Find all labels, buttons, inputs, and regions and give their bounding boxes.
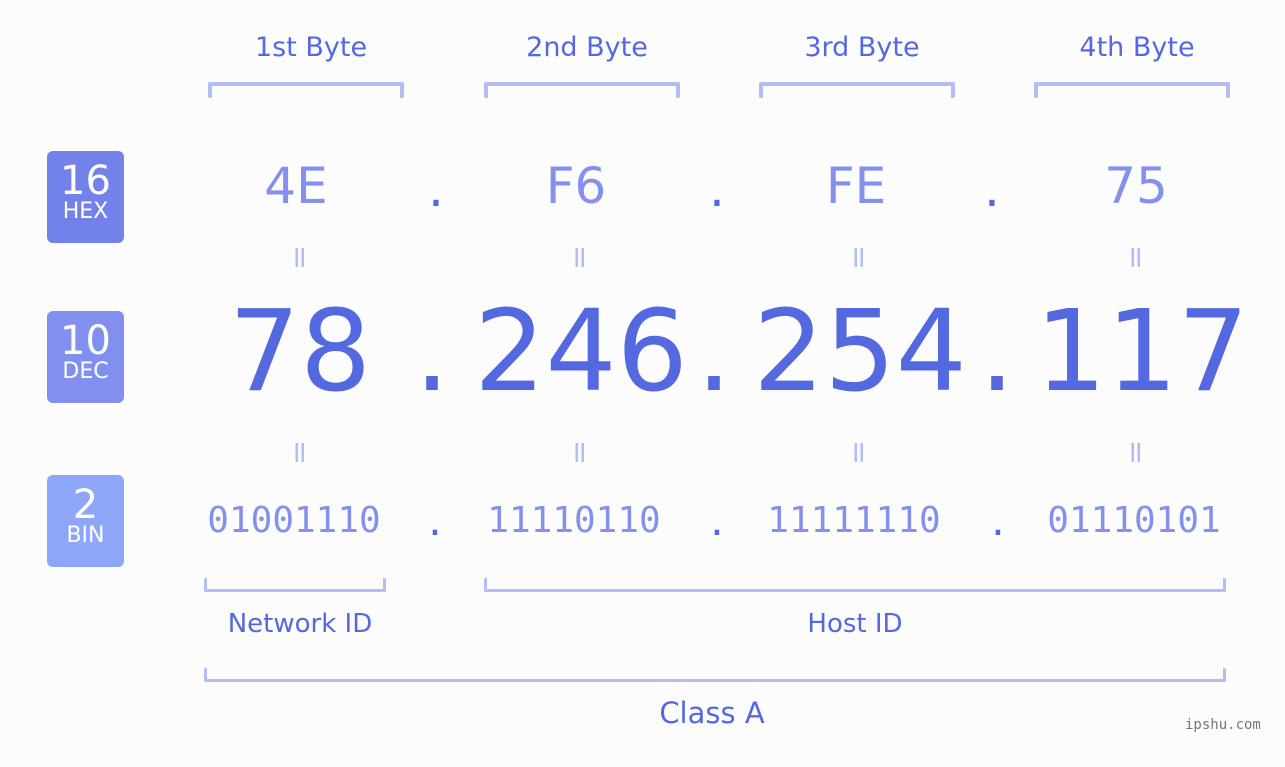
byte-bracket-2: [484, 82, 680, 98]
hex-byte-1: 4E: [264, 157, 328, 215]
dec-base: 10: [60, 318, 111, 364]
host-id-label: Host ID: [807, 609, 903, 639]
site-watermark: ipshu.com: [1185, 717, 1261, 733]
bin-byte-3: 11111110: [767, 500, 941, 541]
bin-byte-2: 11110110: [487, 500, 661, 541]
byte-bracket-1: [208, 82, 404, 98]
hex-base: 16: [60, 158, 111, 204]
dec-dot-3: .: [979, 287, 1015, 417]
bin-base: 2: [72, 482, 99, 528]
hex-dot-2: .: [709, 160, 725, 218]
dec-badge: 10 DEC: [47, 311, 124, 403]
equals-icon: =: [841, 439, 877, 466]
hex-byte-4: 75: [1104, 157, 1168, 215]
dec-dot-1: .: [414, 287, 450, 417]
equals-icon: =: [282, 439, 318, 466]
hex-dot-3: .: [984, 160, 1000, 218]
byte-header-4: 4th Byte: [1079, 32, 1195, 63]
bin-dot-1: .: [424, 503, 446, 544]
class-bracket: [204, 668, 1226, 682]
dec-byte-2: 246: [474, 287, 688, 417]
network-id-bracket: [204, 578, 386, 592]
hex-badge: 16 HEX: [47, 151, 124, 243]
equals-icon: =: [282, 244, 318, 271]
bin-dot-3: .: [987, 503, 1009, 544]
hex-label: HEX: [62, 199, 109, 224]
hex-byte-3: FE: [825, 157, 887, 215]
byte-header-3: 3rd Byte: [804, 32, 920, 63]
byte-bracket-4: [1034, 82, 1230, 98]
dec-label: DEC: [62, 359, 109, 384]
host-id-bracket: [484, 578, 1226, 592]
dec-byte-1: 78: [228, 287, 372, 417]
equals-icon: =: [1118, 244, 1154, 271]
equals-icon: =: [562, 244, 598, 271]
bin-byte-4: 01110101: [1047, 500, 1221, 541]
byte-header-1: 1st Byte: [254, 32, 368, 63]
bin-badge: 2 BIN: [47, 475, 124, 567]
equals-icon: =: [841, 244, 877, 271]
dec-dot-2: .: [696, 287, 732, 417]
hex-dot-1: .: [428, 160, 444, 218]
class-label: Class A: [659, 696, 765, 730]
dec-byte-4: 117: [1035, 287, 1249, 417]
bin-byte-1: 01001110: [207, 500, 381, 541]
dec-byte-3: 254: [753, 287, 967, 417]
equals-icon: =: [562, 439, 598, 466]
bin-label: BIN: [66, 523, 105, 548]
hex-byte-2: F6: [545, 157, 607, 215]
equals-icon: =: [1118, 439, 1154, 466]
byte-header-2: 2nd Byte: [526, 32, 648, 63]
network-id-label: Network ID: [227, 609, 373, 639]
byte-bracket-3: [759, 82, 955, 98]
bin-dot-2: .: [706, 503, 728, 544]
